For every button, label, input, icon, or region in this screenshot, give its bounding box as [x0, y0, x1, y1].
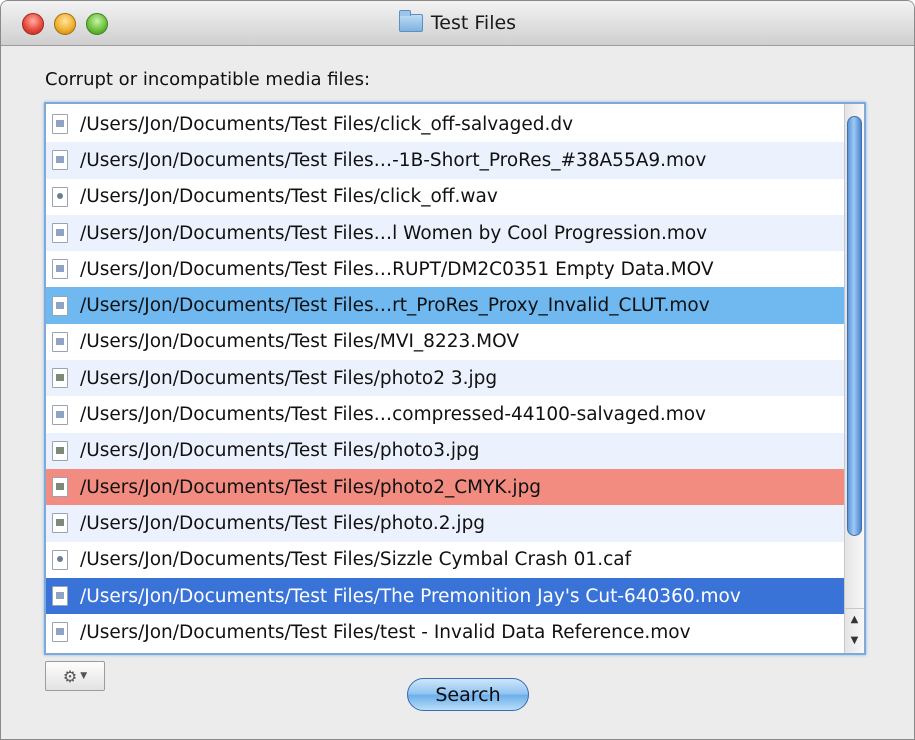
file-list[interactable]: /Users/Jon/Documents/Test Files/click_of… — [44, 102, 866, 655]
file-path-label: /Users/Jon/Documents/Test Files…rt_ProRe… — [80, 295, 710, 317]
scrollbar-thumb[interactable] — [847, 116, 862, 536]
file-path-label: /Users/Jon/Documents/Test Files/MVI_8223… — [80, 331, 519, 353]
file-path-label: /Users/Jon/Documents/Test Files/The Prem… — [80, 585, 741, 607]
file-path-label: /Users/Jon/Documents/Test Files/photo3.j… — [80, 440, 480, 462]
file-list-item[interactable]: /Users/Jon/Documents/Test Files…compress… — [46, 396, 844, 432]
file-path-label: /Users/Jon/Documents/Test Files…RUPT/DM2… — [80, 258, 714, 280]
folder-icon — [398, 10, 423, 32]
file-list-item[interactable]: /Users/Jon/Documents/Test Files/photo2_C… — [46, 468, 844, 506]
file-path-label: /Users/Jon/Documents/Test Files…-1B-Shor… — [80, 149, 707, 171]
video-file-icon — [52, 295, 68, 316]
vertical-scrollbar[interactable]: ▲ ▼ — [844, 104, 864, 653]
window: Test Files Corrupt or incompatible media… — [0, 0, 915, 740]
file-path-label: /Users/Jon/Documents/Test Files…l Women … — [80, 222, 708, 244]
file-list-item[interactable]: /Users/Jon/Documents/Test Files/click_of… — [46, 106, 844, 142]
file-list-item[interactable]: /Users/Jon/Documents/Test Files/photo3.j… — [46, 432, 844, 469]
file-list-item[interactable]: /Users/Jon/Documents/Test Files/The Prem… — [46, 577, 844, 615]
video-file-icon — [52, 150, 68, 171]
file-list-item[interactable]: /Users/Jon/Documents/Test Files…-1B-Shor… — [46, 142, 844, 179]
file-list-item[interactable]: /Users/Jon/Documents/Test Files…l Women … — [46, 214, 844, 252]
file-path-label: /Users/Jon/Documents/Test Files/click_of… — [80, 186, 498, 208]
video-file-icon — [52, 404, 68, 425]
file-list-rows: /Users/Jon/Documents/Test Files/click_of… — [46, 106, 844, 650]
image-file-icon — [52, 440, 68, 461]
video-file-icon — [52, 331, 68, 352]
window-title: Test Files — [1, 1, 914, 45]
search-button[interactable]: Search — [407, 678, 529, 711]
file-list-item[interactable]: /Users/Jon/Documents/Test Files…RUPT/DM2… — [46, 251, 844, 287]
video-file-icon — [52, 223, 68, 244]
video-file-icon — [52, 259, 68, 280]
video-file-icon — [52, 114, 68, 135]
scroll-down-arrow-icon[interactable]: ▼ — [845, 630, 864, 650]
image-file-icon — [52, 513, 68, 534]
audio-file-icon — [52, 186, 68, 207]
file-list-item[interactable]: /Users/Jon/Documents/Test Files…rt_ProRe… — [46, 287, 844, 324]
file-list-item[interactable]: /Users/Jon/Documents/Test Files/Sizzle C… — [46, 542, 844, 578]
window-title-text: Test Files — [430, 12, 517, 34]
gear-icon: ⚙ — [62, 666, 78, 686]
audio-file-icon — [52, 549, 68, 570]
chevron-down-icon: ▼ — [80, 671, 88, 681]
image-file-icon — [52, 368, 68, 389]
file-path-label: /Users/Jon/Documents/Test Files/click_of… — [80, 113, 574, 135]
image-file-icon — [52, 477, 68, 498]
title-bar[interactable]: Test Files — [1, 1, 914, 46]
action-menu-button[interactable]: ⚙ ▼ — [45, 661, 105, 691]
file-path-label: /Users/Jon/Documents/Test Files/photo.2.… — [80, 512, 486, 534]
file-path-label: /Users/Jon/Documents/Test Files…compress… — [80, 404, 707, 426]
file-path-label: /Users/Jon/Documents/Test Files/photo2 3… — [80, 367, 498, 389]
file-path-label: /Users/Jon/Documents/Test Files/Sizzle C… — [80, 549, 632, 571]
file-list-item[interactable]: /Users/Jon/Documents/Test Files/click_of… — [46, 179, 844, 215]
file-list-item[interactable]: /Users/Jon/Documents/Test Files/test - I… — [46, 614, 844, 650]
video-file-icon — [52, 586, 68, 606]
file-list-item[interactable]: /Users/Jon/Documents/Test Files/MVI_8223… — [46, 324, 844, 360]
file-list-item[interactable]: /Users/Jon/Documents/Test Files/photo2 3… — [46, 360, 844, 397]
file-list-item[interactable]: /Users/Jon/Documents/Test Files/photo.2.… — [46, 505, 844, 542]
file-path-label: /Users/Jon/Documents/Test Files/photo2_C… — [80, 476, 542, 498]
list-heading: Corrupt or incompatible media files: — [45, 69, 371, 90]
file-path-label: /Users/Jon/Documents/Test Files/test - I… — [80, 621, 691, 643]
video-file-icon — [52, 622, 68, 643]
scroll-up-arrow-icon[interactable]: ▲ — [845, 608, 864, 629]
